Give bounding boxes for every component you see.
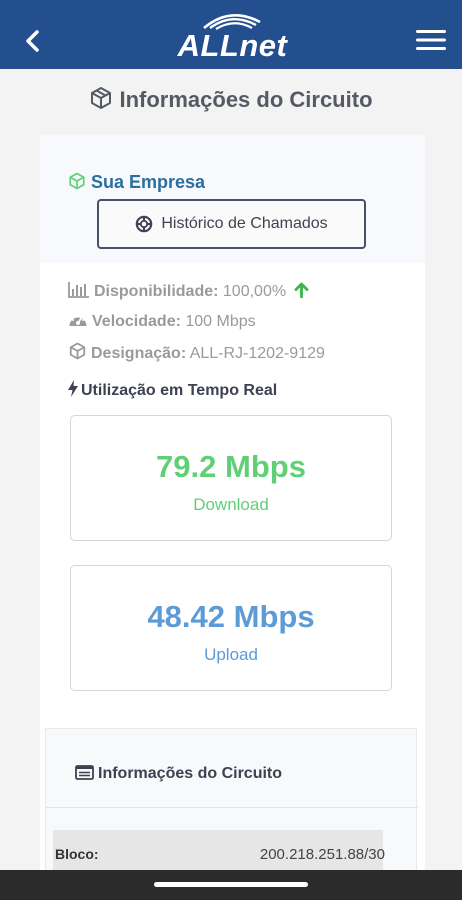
table-cell-label: Bloco: <box>55 846 99 862</box>
circuit-info-title: Informações do Circuito <box>75 765 282 785</box>
designation-label: Designação: <box>91 345 187 362</box>
app-header: ALLnet <box>0 0 462 69</box>
circuit-info-title-text: Informações do Circuito <box>98 765 283 782</box>
signal-arcs-icon <box>203 13 261 30</box>
page-title-text: Informações do Circuito <box>119 87 373 112</box>
logo-text: ALLnet <box>177 28 288 63</box>
availability-row: Disponibilidade: 100,00% <box>68 282 309 303</box>
upload-box: 48.42 Mbps Upload <box>70 565 392 691</box>
lifebuoy-icon <box>135 215 153 233</box>
page-title: Informações do Circuito <box>0 86 462 116</box>
allnet-logo: ALLnet <box>160 8 305 64</box>
cube-icon <box>68 172 86 195</box>
history-button-label: Histórico de Chamados <box>161 215 328 232</box>
company-name-text: Sua Empresa <box>91 172 206 192</box>
speed-value: 100 Mbps <box>185 313 256 330</box>
table-row: Bloco: 200.218.251.88/30 <box>53 830 385 870</box>
circuit-info-card: Informações do Circuito Bloco: 200.218.2… <box>45 728 418 870</box>
lightning-icon <box>68 380 78 402</box>
speed-row: Velocidade: 100 Mbps <box>68 312 256 333</box>
home-indicator[interactable] <box>154 882 308 887</box>
download-box: 79.2 Mbps Download <box>70 415 392 541</box>
circuit-card: Sua Empresa Histórico de Chamados Dispon… <box>40 135 425 870</box>
cube-icon <box>89 86 113 116</box>
history-button[interactable]: Histórico de Chamados <box>97 199 366 249</box>
realtime-title: Utilização em Tempo Real <box>68 380 277 402</box>
availability-value: 100,00% <box>222 283 287 300</box>
cube-icon <box>68 342 87 365</box>
hamburger-menu-icon <box>416 30 446 50</box>
company-name: Sua Empresa <box>68 172 205 195</box>
bar-chart-icon <box>68 282 90 303</box>
chevron-left-icon <box>26 30 39 52</box>
speedometer-icon <box>68 312 88 333</box>
designation-row: Designação: ALL-RJ-1202-9129 <box>68 342 325 365</box>
system-navigation-bar <box>0 870 462 900</box>
realtime-title-text: Utilização em Tempo Real <box>81 382 278 399</box>
designation-value: ALL-RJ-1202-9129 <box>189 345 325 362</box>
id-card-icon <box>75 765 94 785</box>
download-label: Download <box>193 495 269 514</box>
menu-button[interactable] <box>416 28 446 52</box>
upload-value: 48.42 Mbps <box>147 599 315 634</box>
speed-label: Velocidade: <box>92 313 181 330</box>
divider <box>46 807 418 808</box>
download-value: 79.2 Mbps <box>156 449 306 484</box>
back-button[interactable] <box>18 26 48 56</box>
arrow-up-icon <box>294 282 309 303</box>
table-cell-value: 200.218.251.88/30 <box>259 846 385 863</box>
availability-label: Disponibilidade: <box>94 283 219 300</box>
upload-label: Upload <box>204 645 258 664</box>
